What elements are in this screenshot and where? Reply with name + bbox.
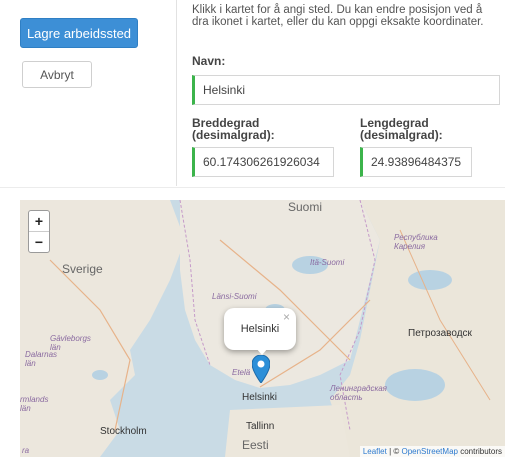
zoom-out-button[interactable]: − [29,232,49,252]
map-attribution: Leaflet | © OpenStreetMap contributors [359,446,505,457]
map-label-dalarnas: Dalarnas län [25,350,58,368]
map[interactable]: + − Suomi Sverige Itä-Suomi Länsi-Suomi … [20,200,505,457]
map-label-ita-suomi: Itä-Suomi [310,258,345,267]
map-label-leningrad: Ленинградская область [330,384,387,402]
help-text: Klikk i kartet for å angi sted. Du kan e… [192,4,484,28]
zoom-in-button[interactable]: + [29,211,49,231]
column-divider [176,0,177,186]
name-label: Navn: [192,54,226,68]
map-label-petrozavodsk: Петрозаводск [408,328,472,339]
latitude-label: Breddegrad (desimalgrad): [192,116,275,142]
map-label-suomi: Suomi [288,200,323,214]
attribution-contributors: contributors [457,447,502,456]
latitude-input[interactable]: 60.174306261926034 [192,147,334,177]
map-popup: Helsinki × [224,308,296,350]
map-label-varmlands: rmlands län [20,395,49,413]
map-label-etela: Etelä [232,368,251,377]
leaflet-link[interactable]: Leaflet [363,447,387,456]
longitude-input[interactable]: 24.93896484375 [360,147,472,177]
map-label-karelia: Республика Карелия [394,233,438,251]
map-label-sverige: Sverige [62,262,103,276]
attribution-separator: | © [386,447,402,456]
name-input[interactable]: Helsinki [192,75,500,105]
openstreetmap-link[interactable]: OpenStreetMap [401,447,457,456]
popup-close-button[interactable]: × [283,310,290,324]
map-label-ra: ra [22,446,30,455]
map-label-stockholm: Stockholm [100,426,147,437]
section-divider [0,187,505,188]
cancel-button[interactable]: Avbryt [22,61,92,88]
longitude-label: Lengdegrad (desimalgrad): [360,116,443,142]
map-label-tallinn: Tallinn [246,421,275,432]
map-label-helsinki: Helsinki [242,392,278,403]
popup-text: Helsinki [240,323,280,335]
popup-tip [256,348,268,355]
zoom-control: + − [28,210,50,253]
map-label-lansi-suomi: Länsi-Suomi [212,292,257,301]
map-label-eesti: Eesti [242,438,269,452]
save-workplace-button[interactable]: Lagre arbeidssted [20,18,138,48]
